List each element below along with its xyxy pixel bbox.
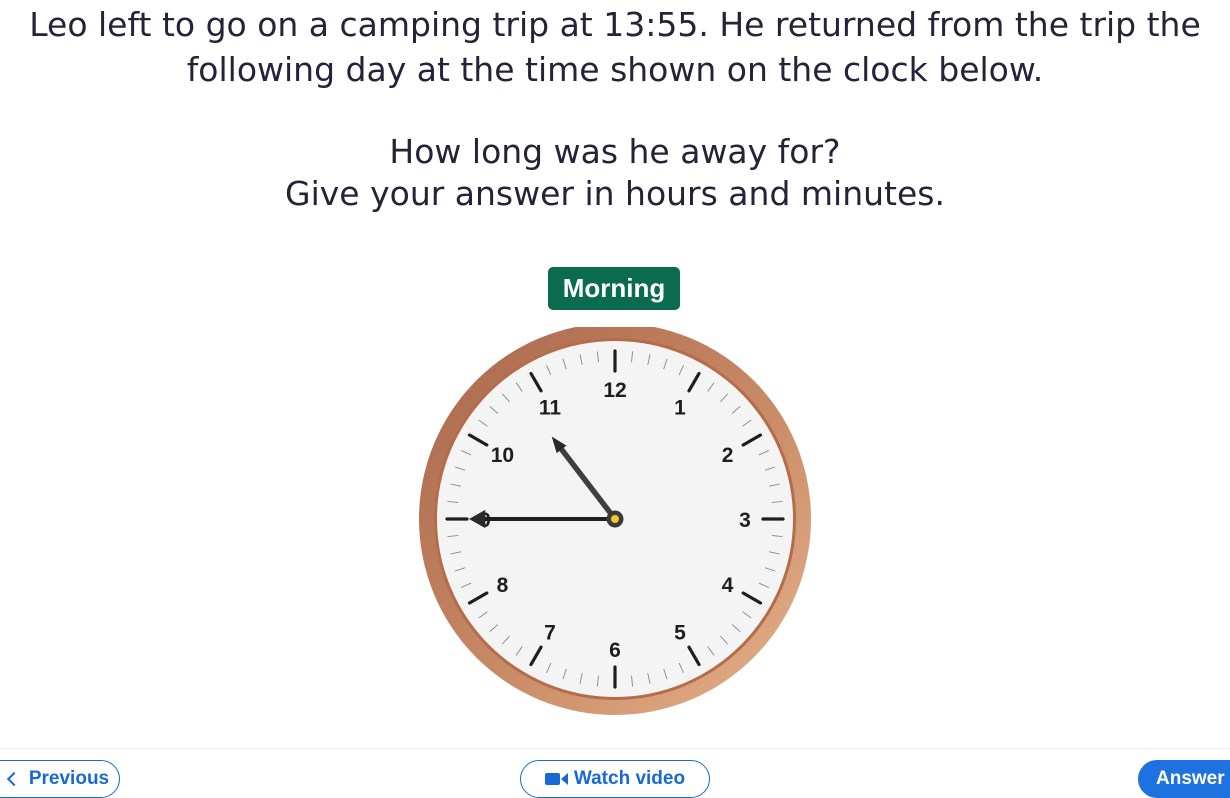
clock-number-3: 3	[739, 509, 751, 532]
clock-number-12: 12	[603, 379, 626, 402]
chevron-left-icon	[6, 771, 21, 787]
analog-clock: 121234567891011	[419, 327, 811, 715]
question-line-3: How long was he away for?	[389, 132, 841, 171]
answer-button[interactable]: Answer	[1138, 760, 1230, 798]
clock-number-7: 7	[544, 622, 556, 645]
period-label: Morning	[548, 267, 680, 310]
clock-number-1: 1	[674, 396, 686, 419]
clock-number-4: 4	[722, 574, 734, 597]
clock-number-6: 6	[609, 639, 621, 662]
question-line-2: following day at the time shown on the c…	[186, 50, 1044, 89]
question-line-4: Give your answer in hours and minutes.	[285, 174, 945, 213]
previous-label: Previous	[28, 768, 110, 789]
watch-video-label: Watch video	[573, 768, 686, 789]
watch-video-button[interactable]: Watch video	[520, 760, 710, 798]
clock-number-10: 10	[491, 444, 514, 467]
clock-number-5: 5	[674, 622, 686, 645]
previous-button[interactable]: Previous	[0, 760, 120, 798]
footer-divider	[0, 748, 1230, 749]
question-slide: Leo left to go on a camping trip at 13:5…	[0, 0, 1230, 798]
clock-number-8: 8	[497, 574, 509, 597]
clock-number-2: 2	[722, 444, 734, 467]
answer-label: Answer	[1156, 768, 1225, 789]
clock-number-11: 11	[539, 396, 562, 419]
question-line-1: Leo left to go on a camping trip at 13:5…	[29, 5, 1201, 44]
clock-center-dot	[611, 515, 619, 523]
question-prompt: How long was he away for? Give your answ…	[0, 131, 1230, 215]
video-camera-icon	[544, 773, 568, 785]
question-text: Leo left to go on a camping trip at 13:5…	[0, 2, 1230, 92]
